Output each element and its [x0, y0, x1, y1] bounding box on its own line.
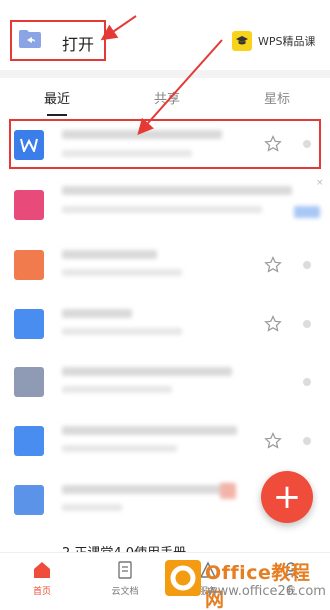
star-icon[interactable] — [264, 315, 282, 333]
watermark-url: www.office26.com — [207, 584, 326, 599]
folder-icon — [19, 30, 41, 48]
file-name-blurred — [62, 426, 237, 435]
add-button[interactable]: + — [261, 471, 313, 523]
file-meta-blurred — [62, 206, 262, 213]
more-dot[interactable] — [303, 437, 311, 445]
list-item[interactable] — [0, 353, 330, 411]
document-icon — [14, 485, 44, 515]
document-icon — [14, 426, 44, 456]
open-label: 打开 — [62, 35, 95, 54]
header-divider — [0, 70, 330, 78]
file-name-blurred — [62, 367, 232, 376]
list-item[interactable] — [0, 295, 330, 353]
tab-recent[interactable]: 最近 — [44, 88, 70, 107]
document-icon — [14, 309, 44, 339]
wps-app: 打开 WPS精品课 最近 共享 星标 × + 首页 云文档 服务 我 Offic… — [0, 0, 330, 610]
watermark: Office教程网 www.office26.com — [165, 558, 327, 610]
file-meta-blurred — [62, 386, 172, 393]
tab-indicator — [47, 114, 67, 116]
document-icon — [14, 367, 44, 397]
close-icon[interactable]: × — [316, 178, 324, 188]
wps-course-label: WPS精品课 — [258, 35, 316, 48]
file-name-blurred — [62, 250, 157, 259]
file-meta-blurred — [62, 328, 182, 335]
nav-home[interactable]: 首页 — [17, 559, 67, 597]
document-icon — [14, 250, 44, 280]
ad-tag-blurred — [294, 206, 320, 218]
badge-blurred — [220, 483, 236, 499]
list-item[interactable] — [0, 412, 330, 470]
plus-icon: + — [272, 477, 302, 517]
file-meta-blurred — [62, 504, 122, 511]
nav-cloud-docs[interactable]: 云文档 — [100, 559, 150, 597]
home-icon — [34, 562, 50, 578]
file-name-blurred — [62, 186, 292, 195]
office-logo-icon — [165, 560, 201, 596]
file-name-blurred — [62, 485, 232, 494]
file-meta-blurred — [62, 269, 182, 276]
list-item[interactable] — [0, 236, 330, 294]
cloud-doc-icon — [118, 561, 132, 579]
file-name-blurred — [62, 309, 132, 318]
more-dot[interactable] — [303, 378, 311, 386]
app-icon — [14, 190, 44, 220]
wps-course-button[interactable]: WPS精品课 — [232, 30, 316, 52]
star-icon[interactable] — [264, 432, 282, 450]
list-item[interactable]: × — [0, 176, 330, 234]
file-meta-blurred — [62, 445, 177, 452]
tab-bar: 最近 共享 星标 — [0, 80, 330, 120]
more-dot[interactable] — [303, 261, 311, 269]
graduation-cap-icon — [232, 31, 252, 51]
tab-starred[interactable]: 星标 — [264, 88, 290, 107]
header: 打开 WPS精品课 — [0, 0, 330, 70]
star-icon[interactable] — [264, 256, 282, 274]
open-button[interactable]: 打开 — [10, 20, 106, 61]
tab-shared[interactable]: 共享 — [154, 88, 180, 107]
more-dot[interactable] — [303, 320, 311, 328]
annotation-highlight-box — [9, 119, 321, 169]
